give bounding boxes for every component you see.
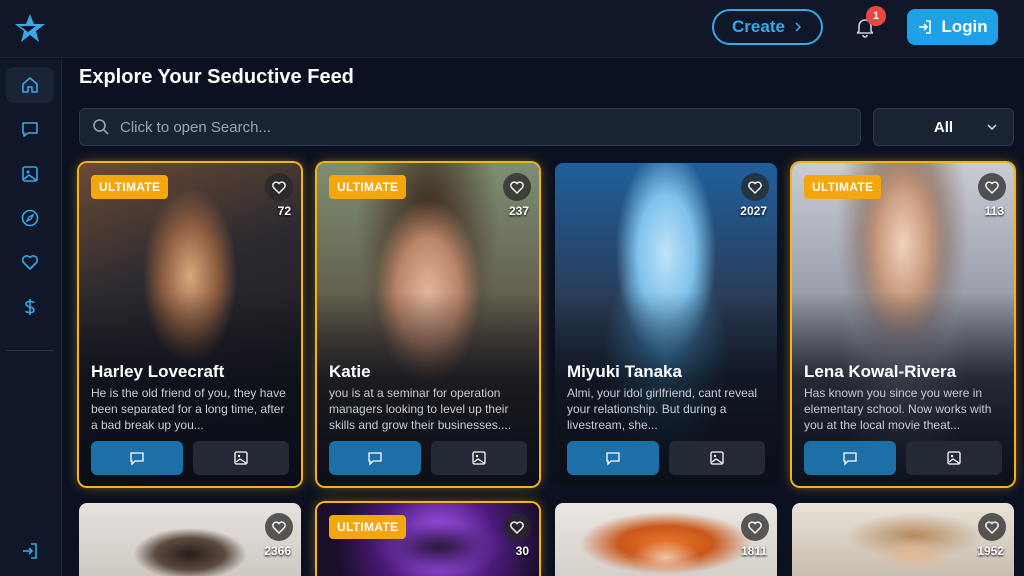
image-icon — [710, 451, 724, 465]
card-name: Harley Lovecraft — [91, 362, 225, 381]
card-description: you is at a seminar for operation manage… — [329, 386, 512, 432]
like-count: 30 — [515, 544, 529, 558]
sidebar-item-images[interactable] — [6, 156, 54, 192]
like-count: 1952 — [977, 544, 1004, 558]
filter-value: All — [933, 118, 954, 136]
chat-icon — [368, 452, 382, 466]
ultimate-badge: ULTIMATE — [91, 175, 169, 199]
heart-icon — [985, 181, 999, 194]
create-button[interactable]: Create — [712, 9, 823, 45]
ultimate-badge: ULTIMATE — [804, 175, 882, 199]
sidebar-item-explore[interactable] — [6, 200, 54, 236]
character-card[interactable]: ULTIMATE 237 Katie you is at a seminar f… — [317, 163, 539, 486]
chat-button[interactable] — [91, 441, 183, 475]
character-card[interactable]: 1952 — [792, 503, 1014, 576]
card-image — [79, 503, 301, 576]
notification-badge: 1 — [866, 6, 886, 26]
card-name: Lena Kowal-Rivera — [804, 362, 957, 381]
logo-icon[interactable] — [14, 12, 46, 44]
like-count: 2027 — [740, 204, 767, 218]
top-bar: Create 1 Login — [0, 0, 1024, 58]
ultimate-badge: ULTIMATE — [329, 515, 407, 539]
chat-icon — [22, 122, 38, 137]
image-icon — [947, 451, 961, 465]
chat-button[interactable] — [804, 441, 896, 475]
character-card[interactable]: 1811 — [555, 503, 777, 576]
like-count: 1811 — [740, 544, 767, 558]
login-label: Login — [941, 17, 988, 36]
heart-icon — [510, 181, 524, 194]
heart-icon — [272, 181, 286, 194]
sidebar-item-home[interactable] — [6, 67, 54, 103]
image-icon — [472, 451, 486, 465]
character-card[interactable]: ULTIMATE 72 Harley Lovecraft He is the o… — [79, 163, 301, 486]
heart-icon — [748, 521, 762, 534]
card-description: He is the old friend of you, they have b… — [91, 386, 286, 432]
search-placeholder: Click to open Search... — [120, 118, 271, 136]
create-label: Create — [732, 17, 785, 36]
chat-button[interactable] — [567, 441, 659, 475]
card-image — [317, 503, 539, 576]
chat-icon — [606, 452, 620, 466]
filter-select[interactable]: All — [873, 108, 1014, 146]
login-button[interactable]: Login — [907, 9, 998, 45]
like-count: 72 — [277, 204, 291, 218]
like-count: 113 — [984, 204, 1004, 218]
compass-icon — [21, 209, 39, 227]
character-card[interactable]: ULTIMATE 113 Lena Kowal-Rivera Has known… — [792, 163, 1014, 486]
gallery-button[interactable] — [193, 441, 289, 475]
like-count: 237 — [508, 204, 529, 218]
search-icon — [93, 119, 109, 135]
like-button[interactable] — [503, 513, 531, 541]
like-count: 2366 — [264, 544, 291, 558]
sidebar-item-chat[interactable] — [6, 111, 54, 147]
sidebar-item-favorites[interactable] — [6, 244, 54, 280]
card-image — [555, 503, 777, 576]
login-icon — [919, 20, 932, 34]
chat-icon — [130, 452, 144, 466]
character-card[interactable]: ULTIMATE 30 — [317, 503, 539, 576]
like-button[interactable] — [741, 513, 769, 541]
heart-icon — [510, 521, 524, 534]
chat-icon — [843, 452, 857, 466]
gallery-button[interactable] — [906, 441, 1002, 475]
card-name: Miyuki Tanaka — [567, 362, 682, 381]
sidebar — [0, 59, 62, 576]
gallery-button[interactable] — [669, 441, 765, 475]
image-icon — [22, 166, 38, 182]
heart-icon — [272, 521, 286, 534]
card-description: Has known you since you were in elementa… — [804, 386, 992, 432]
sidebar-item-pricing[interactable] — [6, 289, 54, 325]
chevron-right-icon — [795, 22, 802, 32]
dollar-icon — [25, 299, 35, 315]
card-image — [792, 503, 1014, 576]
heart-icon — [748, 181, 762, 194]
image-icon — [234, 451, 248, 465]
chat-button[interactable] — [329, 441, 421, 475]
like-button[interactable] — [978, 513, 1006, 541]
sidebar-divider — [6, 350, 54, 351]
page-title: Explore Your Seductive Feed — [79, 66, 354, 88]
heart-icon — [21, 255, 39, 270]
like-button[interactable] — [741, 173, 769, 201]
character-card[interactable]: 2366 — [79, 503, 301, 576]
sidebar-item-login[interactable] — [6, 533, 54, 569]
like-button[interactable] — [978, 173, 1006, 201]
chevron-down-icon — [987, 124, 997, 131]
ultimate-badge: ULTIMATE — [329, 175, 407, 199]
search-input[interactable]: Click to open Search... — [79, 108, 861, 146]
card-description: Almi, your idol girlfriend, cant reveal … — [567, 386, 758, 432]
like-button[interactable] — [503, 173, 531, 201]
like-button[interactable] — [265, 513, 293, 541]
like-button[interactable] — [265, 173, 293, 201]
gallery-button[interactable] — [431, 441, 527, 475]
character-card[interactable]: 2027 Miyuki Tanaka Almi, your idol girlf… — [555, 163, 777, 486]
heart-icon — [985, 521, 999, 534]
home-icon — [22, 77, 38, 93]
login-icon — [23, 543, 37, 559]
card-name: Katie — [329, 362, 371, 381]
